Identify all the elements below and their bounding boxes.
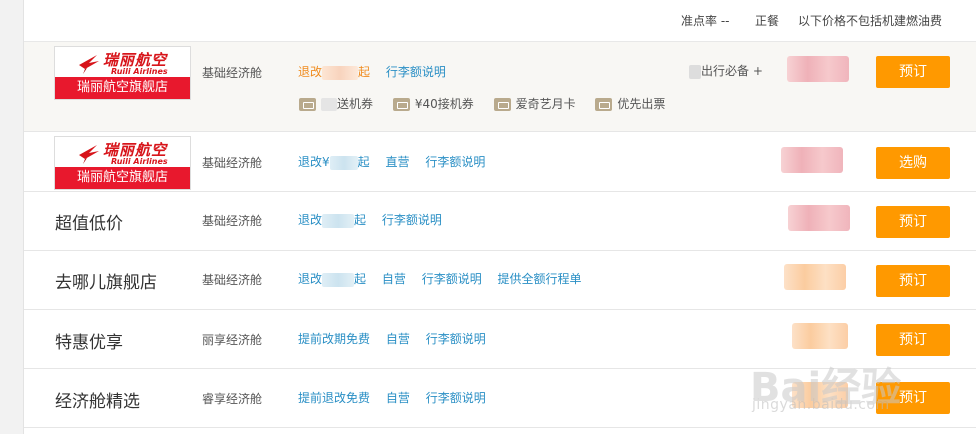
redacted-text (689, 64, 701, 79)
vendor-name[interactable]: 经济舱精选 (55, 387, 140, 412)
offer-links: 退改 起 行李额说明 (298, 211, 454, 228)
refund-change-label: 退改 (298, 272, 323, 286)
bird-icon (79, 145, 99, 164)
offer-row: 经济舱精选 睿享经济舱 提前退改免费 自营 行李额说明 预订 (24, 369, 976, 428)
ruili-airlines-logo[interactable]: 瑞丽航空 Ruili Airlines 瑞丽航空旗舰店 (54, 136, 191, 190)
self-operated-link[interactable]: 自营 (386, 332, 410, 346)
ticket-icon (595, 98, 613, 111)
refund-change-suffix: 起 (358, 65, 371, 79)
cabin-class: 基础经济舱 (202, 156, 263, 170)
perk-list: 送机券 ¥40接机券 爱奇艺月卡 优先出票 (299, 95, 681, 112)
flight-offers-panel: 准点率 -- 正餐 以下价格不包括机建燃油费 瑞丽航空 Ruili Airlin… (23, 0, 976, 434)
luggage-info-link[interactable]: 行李额说明 (382, 213, 442, 227)
price-redacted (792, 323, 848, 349)
vendor-name[interactable]: 超值低价 (55, 209, 123, 234)
luggage-info-link[interactable]: 行李额说明 (426, 332, 486, 346)
logo-brand-en: Ruili Airlines (111, 67, 168, 76)
logo-store-name: 瑞丽航空旗舰店 (55, 167, 190, 189)
flight-info-bar: 准点率 -- 正餐 以下价格不包括机建燃油费 (24, 0, 976, 42)
book-button[interactable]: 预订 (876, 206, 950, 238)
itinerary-link[interactable]: 提供全额行程单 (498, 272, 582, 286)
purchase-button[interactable]: 选购 (876, 147, 950, 179)
perk-label: 送机券 (337, 97, 374, 111)
offer-links: 提前退改免费 自营 行李额说明 (298, 389, 498, 406)
cabin-class: 丽享经济舱 (202, 333, 263, 347)
free-reschedule-link[interactable]: 提前改期免费 (298, 332, 370, 346)
luggage-info-link[interactable]: 行李额说明 (426, 391, 486, 405)
meal-info: 正餐 (755, 14, 780, 28)
self-operated-link[interactable]: 自营 (386, 391, 410, 405)
redacted-price (322, 272, 355, 287)
direct-sale-link[interactable]: 直营 (385, 155, 409, 169)
travel-essentials: 出行必备 + (689, 62, 763, 79)
vendor-name[interactable]: 去哪儿旗舰店 (55, 268, 157, 293)
card-icon (493, 98, 511, 111)
perk-item: 送机券 (299, 95, 373, 112)
price-redacted (781, 147, 843, 173)
redacted-price (322, 65, 359, 80)
travel-essentials-label: 出行必备 + (701, 64, 763, 78)
refund-change-link[interactable]: 退改 起 (298, 213, 367, 228)
self-operated-link[interactable]: 自营 (382, 272, 406, 286)
perk-item: 爱奇艺月卡 (493, 95, 576, 112)
offer-links: 退改 起 自营 行李额说明 提供全额行程单 (298, 270, 594, 287)
refund-change-label: 退改 (298, 213, 323, 227)
coupon-icon (299, 98, 316, 111)
perk-item: ¥40接机券 (392, 95, 474, 112)
logo-brand-en: Ruili Airlines (111, 157, 168, 166)
offer-links: 退改 起 行李额说明 (298, 63, 458, 80)
perk-label: 爱奇艺月卡 (515, 97, 576, 111)
offer-links: 提前改期免费 自营 行李额说明 (298, 330, 498, 347)
refund-change-link[interactable]: 退改 起 (298, 65, 371, 80)
logo-brand: 瑞丽航空 Ruili Airlines (55, 47, 190, 77)
book-button[interactable]: 预订 (876, 324, 950, 356)
refund-change-link[interactable]: 退改¥ 起 (298, 155, 370, 170)
on-time-rate: 准点率 -- (681, 14, 730, 28)
offer-row: 特惠优享 丽享经济舱 提前改期免费 自营 行李额说明 预订 (24, 310, 976, 369)
cabin-class: 基础经济舱 (202, 66, 263, 80)
perk-label: ¥40接机券 (414, 97, 474, 111)
redacted-text (321, 98, 337, 111)
coupon-icon (392, 98, 410, 111)
book-button[interactable]: 预订 (876, 265, 950, 297)
refund-change-label: 退改 (298, 65, 323, 79)
price-redacted (788, 205, 850, 231)
offer-row: 瑞丽航空 Ruili Airlines 瑞丽航空旗舰店 基础经济舱 退改 起 行李… (24, 42, 976, 132)
redacted-price (329, 155, 358, 170)
refund-change-suffix: 起 (354, 272, 367, 286)
bird-icon (79, 55, 99, 74)
vendor-name[interactable]: 特惠优享 (55, 328, 123, 353)
offer-row: 超值低价 基础经济舱 退改 起 行李额说明 预订 (24, 192, 976, 251)
price-redacted (787, 56, 849, 82)
luggage-info-link[interactable]: 行李额说明 (425, 155, 485, 169)
price-note: 以下价格不包括机建燃油费 (798, 14, 943, 28)
perk-label: 优先出票 (617, 97, 666, 111)
offer-row: 去哪儿旗舰店 基础经济舱 退改 起 自营 行李额说明 提供全额行程单 预订 (24, 251, 976, 310)
refund-change-link[interactable]: 退改 起 (298, 272, 367, 287)
book-button[interactable]: 预订 (876, 56, 950, 88)
refund-change-suffix: 起 (357, 155, 370, 169)
cabin-class: 基础经济舱 (202, 214, 263, 228)
cabin-class: 睿享经济舱 (202, 392, 263, 406)
ruili-airlines-logo[interactable]: 瑞丽航空 Ruili Airlines 瑞丽航空旗舰店 (54, 46, 191, 100)
price-redacted (792, 382, 848, 408)
price-redacted (784, 264, 846, 290)
logo-store-name: 瑞丽航空旗舰店 (55, 77, 190, 99)
perk-item: 优先出票 (595, 95, 665, 112)
redacted-price (322, 213, 355, 228)
offer-links: 退改¥ 起 直营 行李额说明 (298, 153, 497, 170)
cabin-class: 基础经济舱 (202, 273, 263, 287)
refund-change-label: 退改¥ (298, 155, 330, 169)
refund-change-suffix: 起 (354, 213, 367, 227)
book-button[interactable]: 预订 (876, 382, 950, 414)
luggage-info-link[interactable]: 行李额说明 (386, 65, 446, 79)
luggage-info-link[interactable]: 行李额说明 (422, 272, 482, 286)
logo-brand: 瑞丽航空 Ruili Airlines (55, 137, 190, 167)
free-refund-link[interactable]: 提前退改免费 (298, 391, 370, 405)
offer-row: 瑞丽航空 Ruili Airlines 瑞丽航空旗舰店 基础经济舱 退改¥ 起 直… (24, 132, 976, 192)
